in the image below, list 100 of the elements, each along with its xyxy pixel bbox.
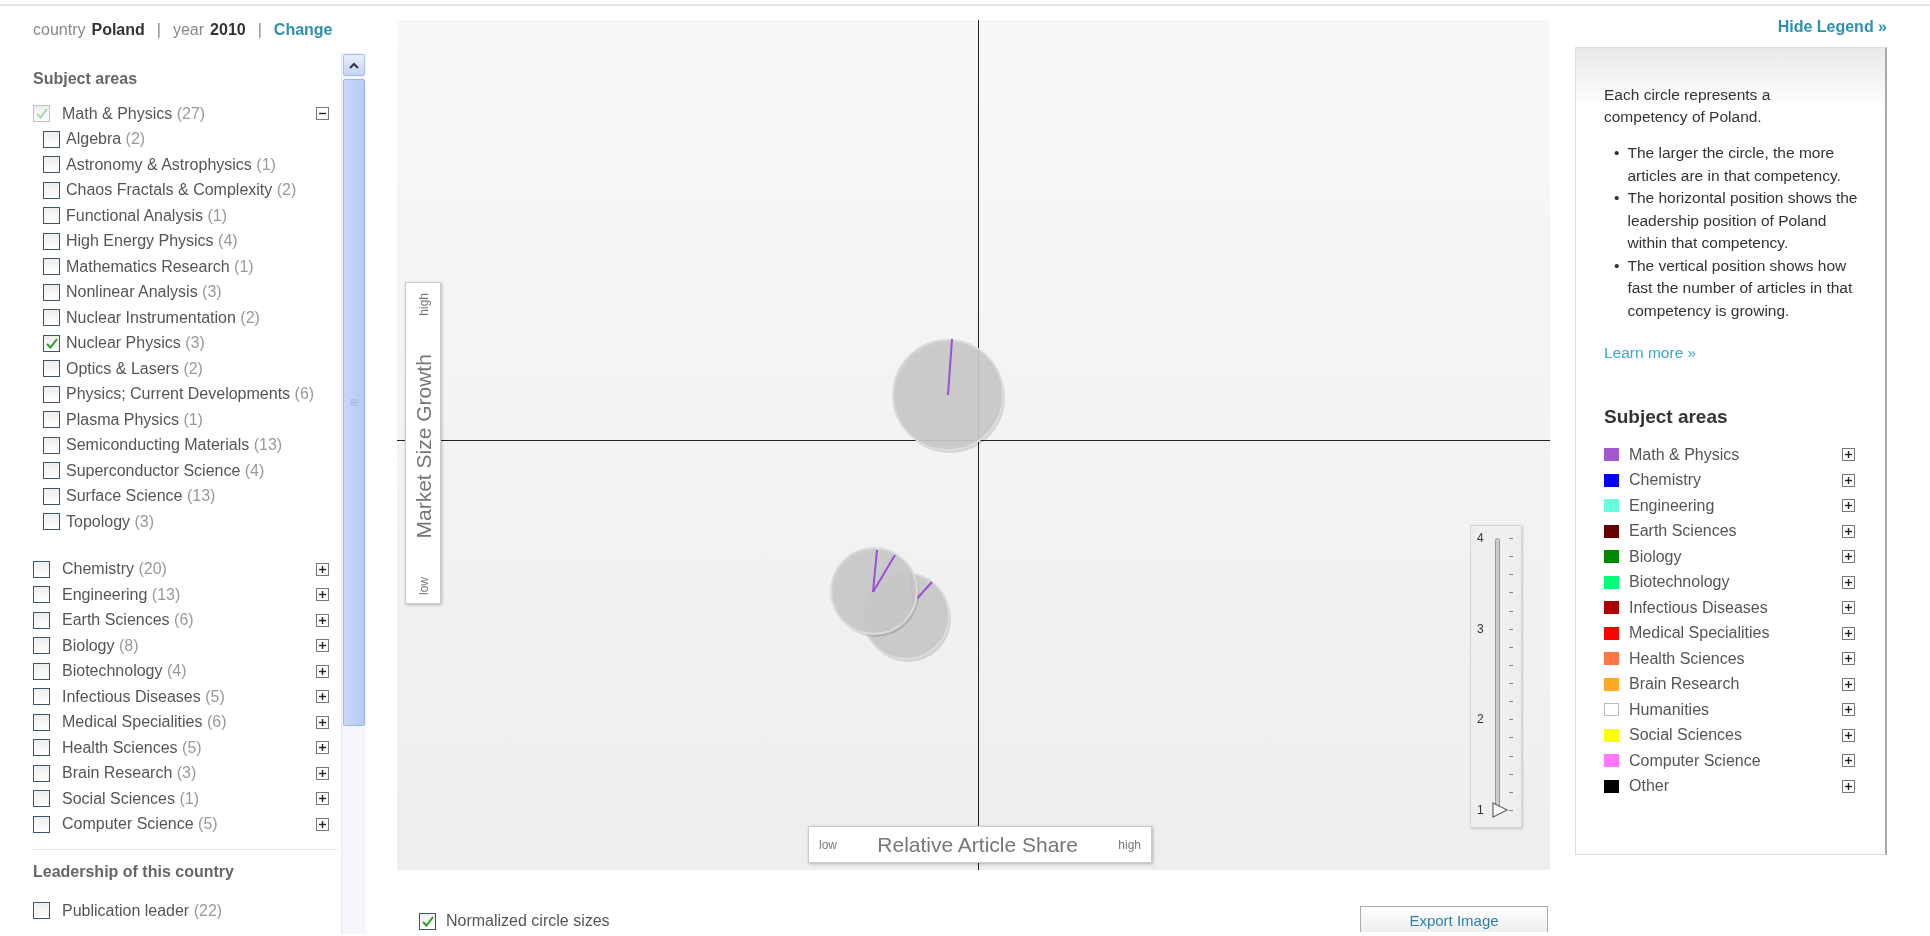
filter-label: Social Sciences (1) xyxy=(62,789,200,808)
learn-more-link[interactable]: Learn more » xyxy=(1604,344,1697,362)
year-value: 2010 xyxy=(210,20,246,39)
filter-label: High Energy Physics (4) xyxy=(66,232,239,251)
scroll-up-button[interactable] xyxy=(343,54,365,76)
checkbox[interactable] xyxy=(43,309,60,327)
separator: | xyxy=(155,20,162,39)
separator: | xyxy=(256,20,263,39)
country-value: Poland xyxy=(91,20,145,39)
hide-legend-link[interactable]: Hide Legend » xyxy=(1777,17,1887,36)
collapse-icon[interactable] xyxy=(316,107,329,121)
expand-icon[interactable] xyxy=(1842,601,1855,615)
expand-icon[interactable] xyxy=(1842,779,1855,793)
checkbox[interactable] xyxy=(43,334,60,352)
checkbox[interactable] xyxy=(33,790,50,808)
export-image-button[interactable]: Export Image xyxy=(1360,906,1548,932)
legend-label: Earth Sciences xyxy=(1629,522,1738,541)
filter-label: Math & Physics (27) xyxy=(62,104,207,123)
legend-bullet: The vertical position shows how fast the number of articles in that competency is growing. xyxy=(1627,255,1854,321)
filter-label: Algebra (2) xyxy=(66,130,147,149)
checkbox[interactable] xyxy=(419,912,436,930)
expand-icon[interactable] xyxy=(1842,448,1855,462)
checkbox[interactable] xyxy=(43,232,60,250)
checkbox[interactable] xyxy=(43,360,60,378)
expand-icon[interactable] xyxy=(316,792,329,806)
checkbox[interactable] xyxy=(33,611,50,629)
expand-icon[interactable] xyxy=(316,588,329,602)
expand-icon[interactable] xyxy=(1842,499,1855,513)
slider-thumb[interactable] xyxy=(1491,801,1509,819)
legend-label: Social Sciences xyxy=(1629,726,1743,745)
axis-low-label: low xyxy=(819,837,837,852)
checkbox[interactable] xyxy=(33,560,50,578)
checkbox[interactable] xyxy=(33,764,50,782)
checkbox[interactable] xyxy=(43,436,60,454)
checkbox[interactable] xyxy=(33,739,50,757)
tick-label: 2 xyxy=(1477,712,1484,727)
legend-label: Chemistry xyxy=(1629,471,1702,490)
expand-icon[interactable] xyxy=(316,613,329,627)
filter-label: Health Sciences (5) xyxy=(62,738,203,757)
expand-icon[interactable] xyxy=(1842,754,1855,768)
checkbox[interactable] xyxy=(43,258,60,276)
filter-label: Medical Specialities (6) xyxy=(62,713,228,732)
filter-label: Brain Research (3) xyxy=(62,764,198,783)
expand-icon[interactable] xyxy=(1842,677,1855,691)
legend-intro: Each circle represents a competency of Poland. xyxy=(1604,85,1772,127)
checkbox[interactable] xyxy=(33,662,50,680)
expand-icon[interactable] xyxy=(316,562,329,576)
checkbox[interactable] xyxy=(43,411,60,429)
checkbox[interactable] xyxy=(43,513,60,531)
filter-label: Astronomy & Astrophysics (1) xyxy=(66,155,277,174)
checkbox[interactable] xyxy=(33,637,50,655)
checkbox[interactable] xyxy=(33,713,50,731)
bullet-marker: • xyxy=(1614,255,1620,276)
expand-icon[interactable] xyxy=(1842,626,1855,640)
scrollbar[interactable] xyxy=(341,53,366,934)
checkbox[interactable] xyxy=(43,283,60,301)
checkbox[interactable] xyxy=(43,462,60,480)
expand-icon[interactable] xyxy=(316,639,329,653)
expand-icon[interactable] xyxy=(316,715,329,729)
legend-label: Humanities xyxy=(1629,700,1711,719)
filter-label: Semiconducting Materials (13) xyxy=(66,436,284,455)
checkbox[interactable] xyxy=(43,181,60,199)
checkbox[interactable] xyxy=(33,105,50,123)
legend-label: Other xyxy=(1629,777,1670,796)
legend-label: Biotechnology xyxy=(1629,573,1731,592)
expand-icon[interactable] xyxy=(316,741,329,755)
legend-title: Subject areas xyxy=(1604,406,1729,429)
bullet-marker: • xyxy=(1614,188,1620,208)
expand-icon[interactable] xyxy=(316,817,329,831)
expand-icon[interactable] xyxy=(1842,524,1855,538)
checkbox[interactable] xyxy=(33,688,50,706)
expand-icon[interactable] xyxy=(316,766,329,780)
expand-icon[interactable] xyxy=(1842,652,1855,666)
change-link[interactable]: Change xyxy=(273,20,333,39)
checkbox[interactable] xyxy=(33,815,50,833)
zoom-slider[interactable]: 4 3 2 1 xyxy=(1470,525,1522,828)
filter-label: Optics & Lasers (2) xyxy=(66,359,204,378)
checkbox[interactable] xyxy=(33,586,50,604)
filter-label: Functional Analysis (1) xyxy=(66,206,228,225)
expand-icon[interactable] xyxy=(316,690,329,704)
checkbox[interactable] xyxy=(43,130,60,148)
checkbox[interactable] xyxy=(43,385,60,403)
scroll-thumb[interactable] xyxy=(343,79,365,726)
checkbox[interactable] xyxy=(43,156,60,174)
checkbox[interactable] xyxy=(43,487,60,505)
tick-label: 4 xyxy=(1477,531,1484,545)
expand-icon[interactable] xyxy=(1842,728,1855,742)
filter-label: Biology (8) xyxy=(62,636,140,655)
checkbox[interactable] xyxy=(33,902,50,920)
bullet-marker: • xyxy=(1614,143,1620,163)
checkbox[interactable] xyxy=(43,207,60,225)
expand-icon[interactable] xyxy=(1842,473,1855,487)
filter-label: Engineering (13) xyxy=(62,585,182,604)
axis-high-label: high xyxy=(1118,837,1141,852)
grip-icon xyxy=(350,399,358,406)
expand-icon[interactable] xyxy=(1842,550,1855,564)
filter-label: Nuclear Instrumentation (2) xyxy=(66,308,261,327)
expand-icon[interactable] xyxy=(1842,575,1855,589)
expand-icon[interactable] xyxy=(316,664,329,678)
expand-icon[interactable] xyxy=(1842,703,1855,717)
